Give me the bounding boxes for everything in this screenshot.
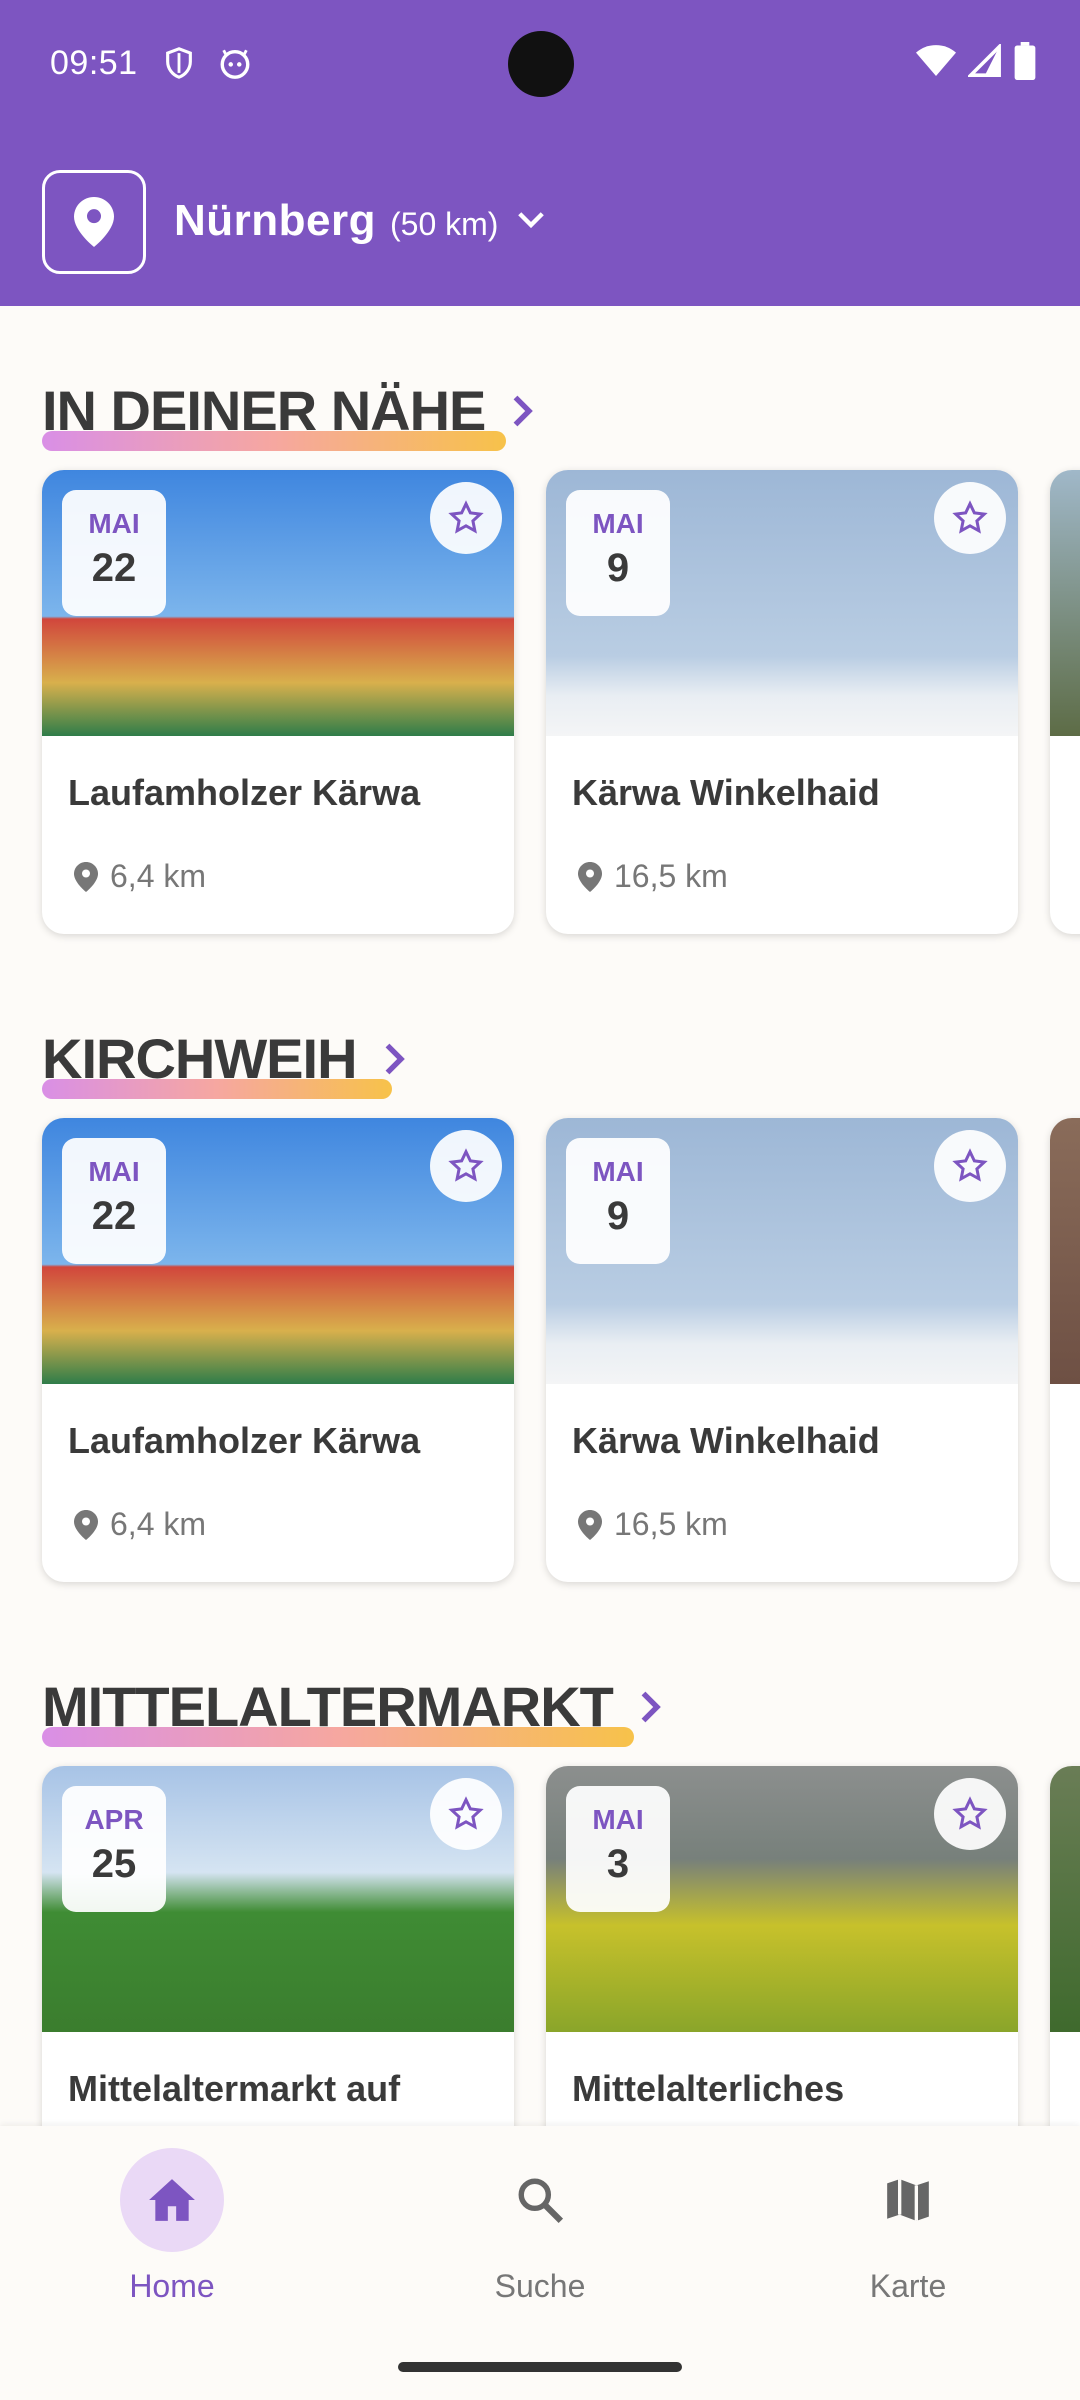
event-title: Kärwa Winkelhaid (572, 772, 880, 813)
radius-label: (50 km) (390, 206, 499, 242)
card-row: MAI 22 Laufamholzer Kärwa 6,4 km MAI 9 Kär… (42, 470, 1080, 934)
status-bar: 09:51 (0, 0, 1080, 130)
event-title: Mittelalterliches (572, 2068, 845, 2109)
chevron-down-icon (518, 212, 545, 229)
section-header[interactable]: KIRCHWEIH (42, 1026, 407, 1099)
date-badge: MAI 22 (62, 490, 166, 616)
camera-cutout (508, 31, 574, 97)
favorite-star-icon[interactable] (934, 1130, 1006, 1202)
section-header[interactable]: MITTELALTERMARKT (42, 1674, 663, 1747)
nav-search-label: Suche (494, 2268, 586, 2304)
date-badge: MAI 9 (566, 490, 670, 616)
event-card-peek[interactable] (1050, 470, 1080, 934)
location-pin-icon (578, 1509, 602, 1540)
section-title: IN DEINER NÄHE (42, 378, 506, 451)
chevron-right-icon[interactable] (383, 1041, 407, 1077)
event-card[interactable]: MAI 9 Kärwa Winkelhaid 16,5 km (546, 1118, 1018, 1582)
event-distance: 16,5 km (578, 1506, 728, 1543)
date-badge: MAI 22 (62, 1138, 166, 1264)
chevron-right-icon[interactable] (639, 1689, 663, 1725)
chevron-right-icon[interactable] (511, 393, 535, 429)
location-button[interactable] (42, 170, 146, 274)
battery-icon (1014, 42, 1036, 80)
nav-home[interactable]: Home (72, 2148, 272, 2305)
event-card[interactable]: MAI 9 Kärwa Winkelhaid 16,5 km (546, 470, 1018, 934)
app-notification-icon (220, 49, 250, 79)
event-distance: 6,4 km (74, 1506, 206, 1543)
section-title: MITTELALTERMARKT (42, 1674, 634, 1747)
date-badge: MAI 3 (566, 1786, 670, 1912)
card-row: MAI 22 Laufamholzer Kärwa 6,4 km MAI 9 Kär… (42, 1118, 1080, 1582)
gesture-handle[interactable] (398, 2362, 682, 2372)
favorite-star-icon[interactable] (430, 482, 502, 554)
favorite-star-icon[interactable] (934, 482, 1006, 554)
event-title: Laufamholzer Kärwa (68, 1420, 421, 1461)
nav-search[interactable]: Suche (440, 2148, 640, 2305)
nav-home-label: Home (129, 2268, 215, 2304)
section-title: KIRCHWEIH (42, 1026, 392, 1099)
app-header: 09:51 Nürnberg (50 km) (0, 0, 1080, 306)
map-icon (887, 2179, 929, 2221)
search-icon (518, 2178, 564, 2224)
event-card-peek[interactable] (1050, 1118, 1080, 1582)
bottom-navigation: Home Suche Karte (0, 2126, 1080, 2400)
favorite-star-icon[interactable] (430, 1778, 502, 1850)
event-card[interactable]: MAI 22 Laufamholzer Kärwa 6,4 km (42, 470, 514, 934)
status-time: 09:51 (50, 44, 138, 82)
wifi-icon (916, 45, 956, 76)
status-right-icons (916, 42, 1036, 80)
shield-icon (166, 47, 192, 79)
location-pin-icon (74, 1509, 98, 1540)
nav-map-label: Karte (869, 2268, 947, 2304)
favorite-star-icon[interactable] (430, 1130, 502, 1202)
location-pin-icon (578, 861, 602, 892)
event-distance: 16,5 km (578, 858, 728, 895)
favorite-star-icon[interactable] (934, 1778, 1006, 1850)
date-badge: APR 25 (62, 1786, 166, 1912)
location-pin-icon (74, 197, 114, 247)
nav-map[interactable]: Karte (808, 2148, 1008, 2305)
location-selector[interactable]: Nürnberg (50 km) (174, 196, 546, 246)
event-title: Mittelaltermarkt auf (68, 2068, 401, 2109)
section-header[interactable]: IN DEINER NÄHE (42, 378, 535, 451)
location-pin-icon (74, 861, 98, 892)
signal-icon (968, 44, 1001, 77)
event-title: Kärwa Winkelhaid (572, 1420, 880, 1461)
event-distance: 6,4 km (74, 858, 206, 895)
event-card[interactable]: MAI 22 Laufamholzer Kärwa 6,4 km (42, 1118, 514, 1582)
event-title: Laufamholzer Kärwa (68, 772, 421, 813)
date-badge: MAI 9 (566, 1138, 670, 1264)
city-name: Nürnberg (174, 196, 376, 245)
home-icon (149, 2179, 195, 2221)
